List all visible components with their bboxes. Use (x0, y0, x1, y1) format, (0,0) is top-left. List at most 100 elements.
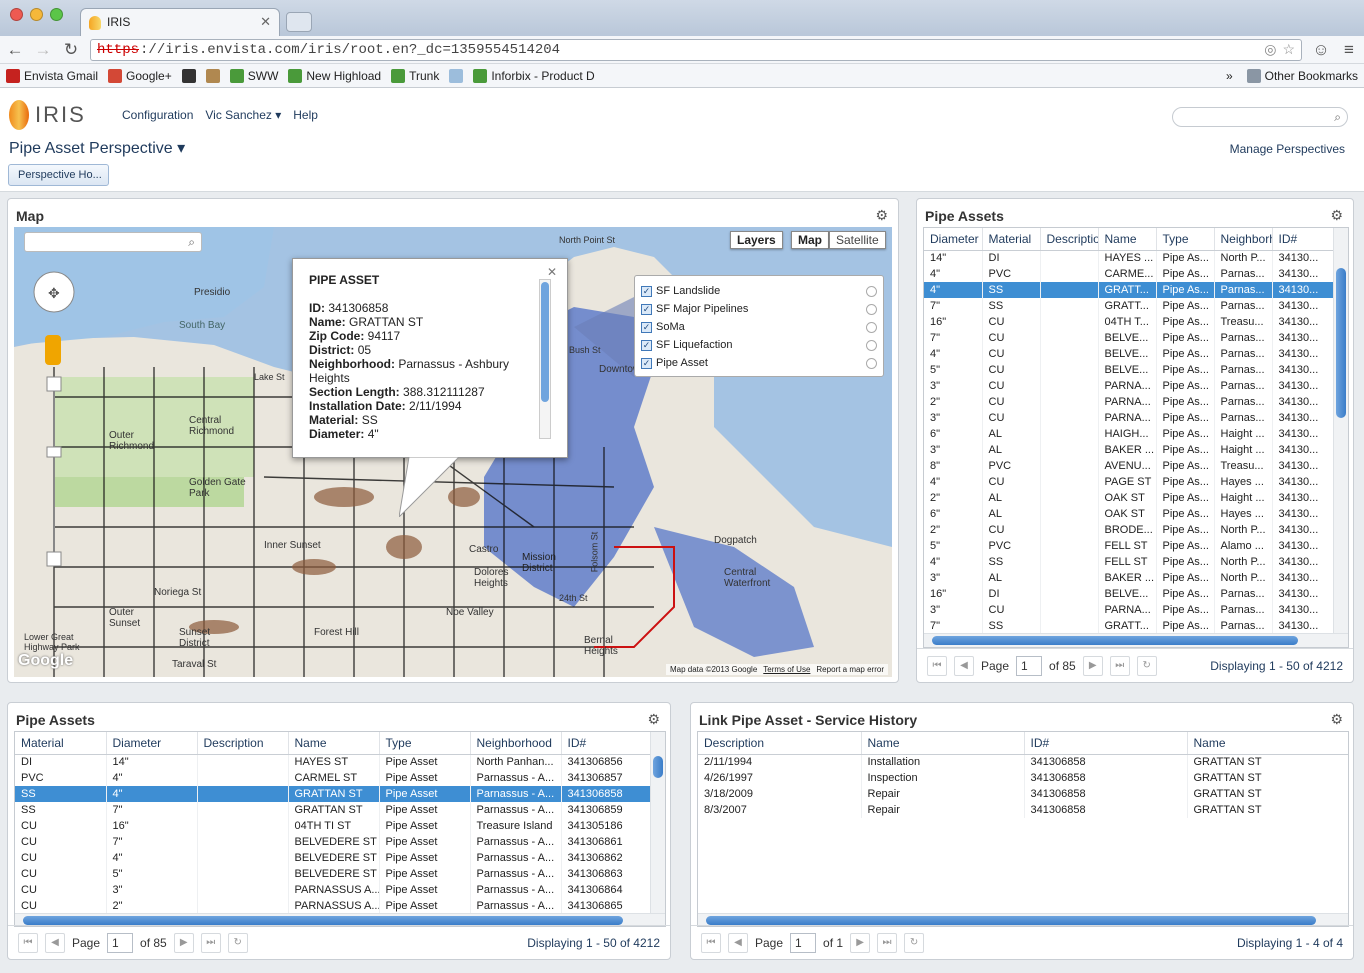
column-header[interactable]: Diameter (924, 228, 983, 251)
table-row[interactable]: SS 7" GRATTAN ST Pipe Asset Parnassus - A...… (15, 802, 652, 818)
layer-row[interactable]: ✓ SF Liquefaction (635, 336, 883, 354)
map-search-input[interactable]: ⌕ (24, 232, 202, 252)
layer-settings-icon[interactable] (866, 285, 877, 297)
column-header[interactable]: Name (288, 732, 380, 755)
extension-icon[interactable]: ☺ (1312, 40, 1330, 60)
table-row[interactable]: 3" CU PARNA... Pipe As... Parnas... 34130... (924, 378, 1335, 394)
popup-scrollbar[interactable] (539, 279, 551, 439)
bookmark-item[interactable]: Google+ (108, 68, 172, 83)
table-row[interactable]: 8" PVC AVENU... Pipe As... Treasu... 34130... (924, 458, 1335, 474)
next-page-button[interactable]: ▶ (1082, 655, 1103, 676)
nav-user-menu[interactable]: Vic Sanchez ▾ (205, 108, 281, 122)
refresh-button[interactable]: ↻ (904, 932, 925, 953)
column-header[interactable]: Diameter (106, 732, 198, 755)
table-row[interactable]: DI 14" HAYES ST Pipe Asset North Panhan... 34… (15, 754, 652, 770)
scroll-thumb[interactable] (932, 636, 1298, 645)
gear-icon[interactable]: ⚙ (875, 207, 888, 224)
scroll-thumb[interactable] (653, 756, 663, 778)
table-row[interactable]: 4/26/1997 Inspection 341306858 GRATTAN ST (698, 770, 1348, 786)
layer-checkbox[interactable]: ✓ (641, 339, 652, 351)
bookmark-item[interactable]: Envista Gmail (6, 68, 98, 83)
table-row[interactable]: 7" CU BELVE... Pipe As... Parnas... 34130... (924, 330, 1335, 346)
new-tab-button[interactable] (286, 12, 312, 32)
location-icon[interactable]: ◎ (1264, 41, 1276, 58)
table-row[interactable]: 2" AL OAK ST Pipe As... Haight ... 34130... (924, 490, 1335, 506)
table-row[interactable]: 3" AL BAKER ... Pipe As... Haight ... 34130..… (924, 442, 1335, 458)
column-header[interactable]: ID# (561, 732, 652, 755)
first-page-button[interactable]: ⏮ (701, 932, 721, 953)
terms-link[interactable]: Terms of Use (763, 665, 810, 674)
layer-settings-icon[interactable] (866, 321, 877, 333)
bookmark-item[interactable]: New Highload (288, 68, 381, 83)
column-header[interactable]: Name (861, 732, 1025, 755)
table-row[interactable]: 2" CU BRODE... Pipe As... North P... 34130... (924, 522, 1335, 538)
table-row[interactable]: 3/18/2009 Repair 341306858 GRATTAN ST (698, 786, 1348, 802)
page-number-input[interactable]: 1 (107, 932, 134, 953)
column-header[interactable]: ID# (1272, 228, 1335, 251)
nav-help[interactable]: Help (293, 108, 318, 122)
prev-page-button[interactable]: ◀ (954, 655, 974, 676)
first-page-button[interactable]: ⏮ (927, 655, 947, 676)
layer-row[interactable]: ✓ Pipe Asset (635, 354, 883, 372)
refresh-button[interactable]: ↻ (1136, 655, 1157, 676)
layer-row[interactable]: ✓ SoMa (635, 318, 883, 336)
table-row[interactable]: 2" CU PARNA... Pipe As... Parnas... 34130... (924, 394, 1335, 410)
table-row[interactable]: 4" CU PAGE ST Pipe As... Hayes ... 34130... (924, 474, 1335, 490)
column-header[interactable]: Type (379, 732, 471, 755)
popup-scroll-thumb[interactable] (541, 282, 549, 402)
column-header[interactable]: Type (1156, 228, 1215, 251)
prev-page-button[interactable]: ◀ (45, 932, 65, 953)
table-row[interactable]: 16" CU 04TH T... Pipe As... Treasu... 34130..… (924, 314, 1335, 330)
minimize-window-button[interactable] (30, 8, 43, 21)
last-page-button[interactable]: ⏭ (1109, 655, 1130, 676)
map-type-map-button[interactable]: Map (791, 231, 829, 249)
bookmark-item[interactable] (449, 68, 464, 83)
table-row[interactable]: 4" SS FELL ST Pipe As... North P... 34130... (924, 554, 1335, 570)
layer-row[interactable]: ✓ SF Major Pipelines (635, 300, 883, 318)
column-header[interactable]: Name (1098, 228, 1157, 251)
address-bar[interactable]: https ://iris.envista.com/iris/root.en?_… (90, 38, 1302, 61)
column-header[interactable]: Material (15, 732, 107, 755)
column-header[interactable]: ID# (1024, 732, 1188, 755)
column-header[interactable]: Neighborhood (1214, 228, 1273, 251)
vertical-scrollbar[interactable] (650, 732, 665, 913)
table-row[interactable]: CU 5" BELVEDERE ST Pipe Asset Parnassus - A.… (15, 866, 652, 882)
page-number-input[interactable]: 1 (1016, 655, 1043, 676)
table-row[interactable]: 3" CU PARNA... Pipe As... Parnas... 34130... (924, 410, 1335, 426)
global-search-input[interactable]: ⌕ (1172, 107, 1348, 127)
forward-icon[interactable]: → (34, 40, 52, 60)
scroll-thumb[interactable] (706, 916, 1316, 925)
column-header[interactable]: Neighborhood (470, 732, 562, 755)
table-row[interactable]: 5" PVC FELL ST Pipe As... Alamo ... 34130... (924, 538, 1335, 554)
manage-perspectives-link[interactable]: Manage Perspectives (1230, 142, 1345, 156)
table-row[interactable]: 4" PVC CARME... Pipe As... Parnas... 34130... (924, 266, 1335, 282)
column-header[interactable]: Description (197, 732, 289, 755)
column-header[interactable]: Material (982, 228, 1041, 251)
next-page-button[interactable]: ▶ (850, 932, 871, 953)
horizontal-scrollbar[interactable] (924, 633, 1348, 647)
scroll-thumb[interactable] (1336, 268, 1346, 418)
vertical-scrollbar[interactable] (1333, 228, 1348, 633)
table-row[interactable]: 6" AL HAIGH... Pipe As... Haight ... 34130... (924, 426, 1335, 442)
zoom-window-button[interactable] (50, 8, 63, 21)
map-canvas[interactable]: ✥ ⌕ South Bay Outer Richmond Central Ric… (14, 227, 892, 677)
nav-configuration[interactable]: Configuration (122, 108, 193, 122)
scroll-thumb[interactable] (23, 916, 623, 925)
bookmark-item[interactable]: Trunk (391, 68, 439, 83)
layer-checkbox[interactable]: ✓ (641, 285, 652, 297)
layer-checkbox[interactable]: ✓ (641, 357, 652, 369)
bookmark-item[interactable]: SWW (229, 68, 278, 83)
table-row[interactable]: 6" AL OAK ST Pipe As... Hayes ... 34130... (924, 506, 1335, 522)
close-tab-icon[interactable]: ✕ (260, 14, 271, 30)
table-row[interactable]: 2/11/1994 Installation 341306858 GRATTAN ST (698, 754, 1348, 770)
table-row[interactable]: CU 4" BELVEDERE ST Pipe Asset Parnassus - A.… (15, 850, 652, 866)
bookmark-item[interactable]: Inforbix - Product D (473, 68, 595, 83)
gear-icon[interactable]: ⚙ (1330, 207, 1343, 224)
next-page-button[interactable]: ▶ (173, 932, 194, 953)
map-type-satellite-button[interactable]: Satellite (829, 231, 886, 249)
layers-button[interactable]: Layers (730, 231, 783, 249)
column-header[interactable]: Description (1040, 228, 1099, 251)
other-bookmarks[interactable]: Other Bookmarks (1246, 68, 1358, 83)
table-row[interactable]: 7" SS GRATT... Pipe As... Parnas... 34130... (924, 298, 1335, 314)
table-row[interactable]: 14" DI HAYES ... Pipe As... North P... 34130.… (924, 250, 1335, 266)
